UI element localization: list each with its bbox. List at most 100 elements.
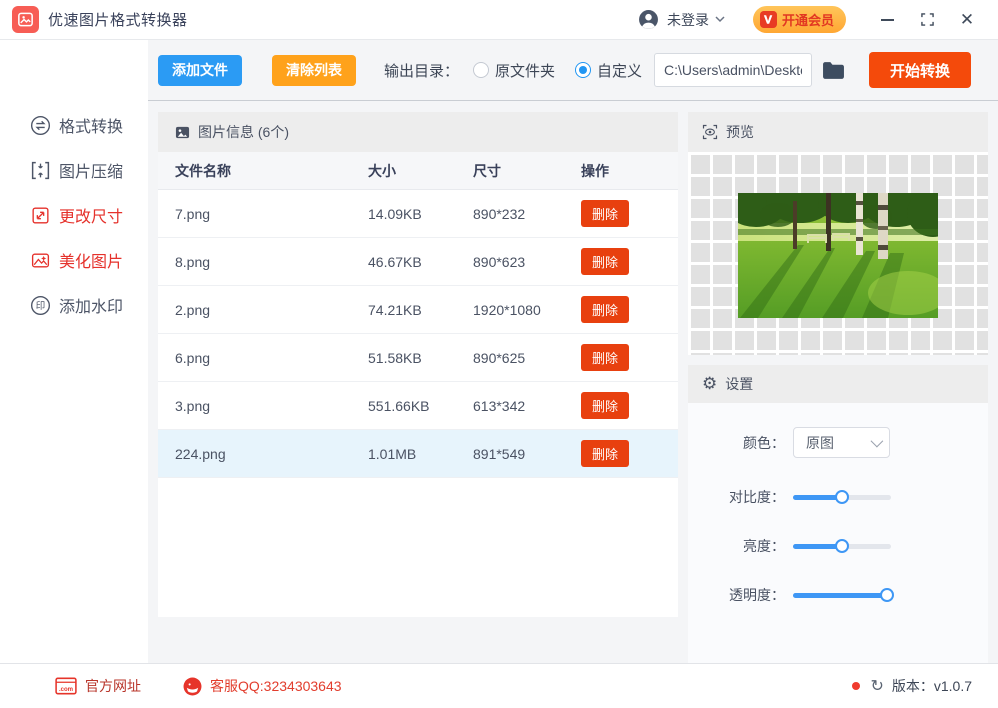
preview-title: 预览 (726, 124, 754, 140)
login-status-label: 未登录 (666, 11, 709, 28)
toolbar: 添加文件 清除列表 输出目录： 原文件夹 自定义 开始转换 (148, 40, 998, 100)
chevron-down-icon (715, 16, 725, 23)
support-headset-icon (183, 677, 202, 696)
radio-custom-circle[interactable] (574, 62, 591, 78)
file-size: 14.09KB (368, 205, 422, 222)
file-panel-title: 图片信息 (6个) (198, 124, 289, 140)
watermark-icon: 印 (30, 295, 51, 316)
titlebar: 优速图片格式转换器 未登录 开通会员 ✕ (0, 0, 998, 40)
support-qq-label: 客服QQ:3234303643 (210, 678, 342, 694)
preview-eye-icon (702, 124, 718, 140)
delete-button[interactable]: 删除 (581, 200, 630, 227)
app-title: 优速图片格式转换器 (48, 12, 188, 29)
radio-original-circle[interactable] (472, 62, 489, 78)
settings-body: 颜色： 原图 对比度： 亮度： 透明度： (688, 403, 988, 663)
delete-button[interactable]: 删除 (581, 296, 630, 323)
resize-icon (30, 205, 51, 226)
file-dimensions: 890*232 (473, 205, 526, 222)
website-label: 官方网址 (85, 678, 141, 694)
column-header-size: 大小 (368, 162, 396, 179)
website-icon: .com (55, 677, 77, 695)
contrast-slider-handle[interactable] (835, 490, 849, 504)
sidebar-item-beautify[interactable]: 美化图片 (30, 248, 123, 272)
delete-button[interactable]: 删除 (581, 248, 630, 275)
sidebar-item-format-convert[interactable]: 格式转换 (30, 113, 123, 137)
opacity-slider-fill (793, 592, 888, 598)
table-row[interactable]: 7.png 14.09KB 890*232 删除 (158, 190, 678, 238)
maximize-button[interactable] (912, 6, 942, 34)
add-files-button[interactable]: 添加文件 (158, 54, 242, 86)
column-header-filename: 文件名称 (175, 162, 231, 179)
file-name: 8.png (175, 253, 211, 270)
update-status-dot (852, 682, 861, 690)
preview-header: 预览 (688, 112, 988, 152)
file-size: 46.67KB (368, 253, 422, 270)
support-qq-link[interactable]: 客服QQ:3234303643 (183, 676, 342, 696)
app-body: 格式转换 图片压缩 更改尺寸 美化图片 印 添加水印 添加文件 清除列表 输出目… (0, 40, 998, 663)
settings-title: 设置 (725, 376, 754, 392)
sidebar-item-resize[interactable]: 更改尺寸 (30, 203, 123, 227)
vip-badge-icon (759, 11, 777, 28)
brightness-slider[interactable] (793, 539, 891, 553)
sidebar-item-label: 图片压缩 (59, 164, 124, 181)
file-name: 7.png (175, 205, 211, 222)
compress-icon (30, 160, 51, 181)
start-convert-button[interactable]: 开始转换 (868, 52, 971, 88)
sidebar: 格式转换 图片压缩 更改尺寸 美化图片 印 添加水印 (0, 40, 148, 663)
file-list-panel: 图片信息 (6个) 文件名称 大小 尺寸 操作 7.png 14.09KB 89… (158, 112, 678, 617)
delete-button[interactable]: 删除 (581, 344, 630, 371)
file-size: 1.01MB (368, 445, 417, 462)
user-avatar-icon (638, 9, 659, 30)
opacity-label: 透明度： (729, 587, 785, 603)
browse-folder-icon[interactable] (822, 61, 845, 80)
delete-button[interactable]: 删除 (581, 440, 630, 467)
output-dir-label: 输出目录： (383, 62, 459, 80)
version-label: 版本：v1.0.7 (891, 678, 972, 694)
account-menu[interactable]: 未登录 (638, 9, 725, 30)
table-row[interactable]: 6.png 51.58KB 890*625 删除 (158, 334, 678, 382)
brightness-slider-handle[interactable] (835, 539, 849, 553)
official-website-link[interactable]: .com 官方网址 (55, 676, 141, 696)
color-dropdown[interactable]: 原图 (793, 427, 890, 458)
column-header-action: 操作 (581, 162, 609, 179)
radio-custom-label: 自定义 (596, 62, 642, 80)
table-row-selected[interactable]: 224.png 1.01MB 891*549 删除 (158, 430, 678, 478)
check-update-icon[interactable]: ↻ (870, 676, 883, 696)
file-name: 224.png (175, 445, 226, 462)
open-vip-button[interactable]: 开通会员 (752, 6, 846, 33)
file-dimensions: 890*625 (473, 349, 526, 366)
preview-image (738, 193, 938, 318)
table-row[interactable]: 2.png 74.21KB 1920*1080 删除 (158, 286, 678, 334)
sidebar-item-label: 更改尺寸 (59, 209, 124, 226)
color-dropdown-value: 原图 (806, 434, 834, 451)
file-panel-header: 图片信息 (6个) (158, 112, 678, 152)
output-path-input[interactable] (653, 53, 812, 87)
format-convert-icon (30, 115, 51, 136)
brightness-label: 亮度： (743, 538, 785, 554)
radio-original-label: 原文件夹 (494, 62, 555, 80)
gear-icon: ⚙ (702, 374, 718, 393)
file-size: 51.58KB (368, 349, 422, 366)
vip-button-label: 开通会员 (781, 13, 834, 28)
clear-list-button[interactable]: 清除列表 (272, 54, 356, 86)
minimize-button[interactable] (872, 6, 902, 34)
opacity-slider-handle[interactable] (880, 588, 895, 602)
column-header-dimensions: 尺寸 (473, 162, 501, 179)
radio-original-folder[interactable]: 原文件夹 (472, 60, 555, 81)
sidebar-item-compress[interactable]: 图片压缩 (30, 158, 123, 182)
delete-button[interactable]: 删除 (581, 392, 630, 419)
beautify-image-icon (30, 250, 51, 271)
table-row[interactable]: 3.png 551.66KB 613*342 删除 (158, 382, 678, 430)
sidebar-item-label: 格式转换 (59, 119, 124, 136)
contrast-slider[interactable] (793, 490, 891, 504)
toolbar-divider (148, 100, 998, 101)
radio-custom-folder[interactable]: 自定义 (574, 60, 642, 81)
sidebar-item-watermark[interactable]: 印 添加水印 (30, 293, 123, 317)
file-size: 551.66KB (368, 397, 430, 414)
opacity-slider[interactable] (793, 588, 895, 602)
file-name: 2.png (175, 301, 211, 318)
table-row[interactable]: 8.png 46.67KB 890*623 删除 (158, 238, 678, 286)
close-button[interactable]: ✕ (952, 6, 982, 34)
chevron-down-icon (870, 434, 884, 448)
file-name: 3.png (175, 397, 211, 414)
